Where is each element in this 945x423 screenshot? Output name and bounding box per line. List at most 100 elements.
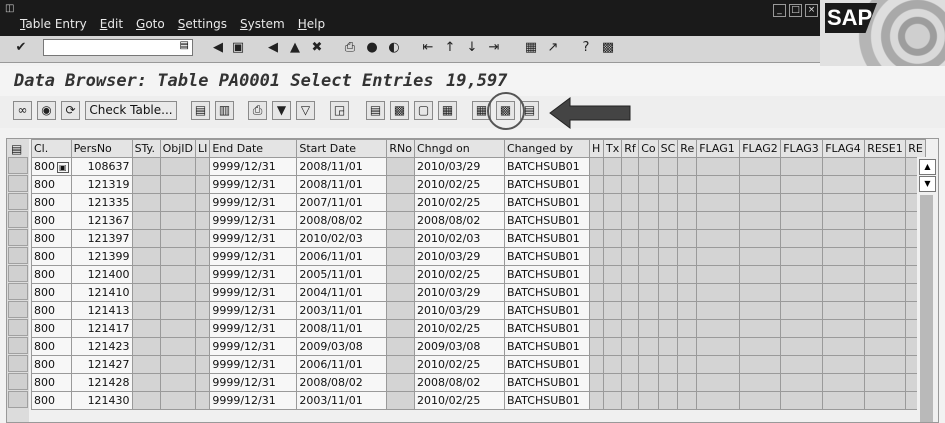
table-cell[interactable]: 2008/11/01 <box>296 175 388 194</box>
table-cell[interactable]: 2010/02/25 <box>413 391 505 410</box>
table-cell[interactable] <box>780 193 824 212</box>
table-cell[interactable] <box>780 355 824 374</box>
menu-edit[interactable]: Edit <box>100 17 123 31</box>
table-cell[interactable] <box>696 391 741 410</box>
table-cell[interactable]: BATCHSUB01 <box>503 391 590 410</box>
table-cell[interactable] <box>696 319 741 338</box>
table-cell[interactable] <box>588 247 604 266</box>
table-cell[interactable]: 121335 <box>70 193 133 212</box>
table-cell[interactable] <box>864 355 907 374</box>
table-cell[interactable] <box>822 337 866 356</box>
row-selector[interactable] <box>8 391 28 408</box>
table-cell[interactable] <box>602 229 623 248</box>
table-cell[interactable] <box>780 373 824 392</box>
table-cell[interactable] <box>822 319 866 338</box>
column-header[interactable]: End Date <box>209 139 298 158</box>
table-cell[interactable] <box>159 355 196 374</box>
table-cell[interactable]: 800 <box>31 337 72 356</box>
column-header[interactable]: FLAG4 <box>822 139 866 158</box>
table-cell[interactable]: 121410 <box>70 283 133 302</box>
column-header[interactable]: PersNo <box>70 139 133 158</box>
column-header[interactable]: Rf <box>621 139 640 158</box>
command-history-icon[interactable]: ▤ <box>180 40 189 51</box>
table-cell[interactable]: 9999/12/31 <box>209 373 298 392</box>
table-cell[interactable]: 800 <box>31 211 72 230</box>
table-cell[interactable] <box>677 157 698 176</box>
table-cell[interactable] <box>696 211 741 230</box>
table-cell[interactable] <box>602 301 623 320</box>
column-header[interactable]: ObjID <box>159 139 196 158</box>
details-icon[interactable]: ▤ <box>191 101 210 120</box>
table-cell[interactable] <box>696 229 741 248</box>
table-cell[interactable] <box>696 283 741 302</box>
table-cell[interactable] <box>739 301 782 320</box>
table-cell[interactable] <box>696 247 741 266</box>
table-cell[interactable] <box>194 301 211 320</box>
table-cell[interactable]: 2010/02/03 <box>296 229 388 248</box>
table-cell[interactable] <box>864 157 907 176</box>
table-row[interactable]: 800 121399 9999/12/31 2006/11/01 2010/03/29 B… <box>31 247 926 266</box>
table-cell[interactable]: 800 <box>31 247 72 266</box>
table-cell[interactable]: 9999/12/31 <box>209 265 298 284</box>
table-cell[interactable]: 800 <box>31 373 72 392</box>
table-cell[interactable] <box>696 355 741 374</box>
table-cell[interactable] <box>657 355 679 374</box>
table-cell[interactable] <box>739 391 782 410</box>
abc-analysis-icon[interactable]: ▦ <box>438 101 457 120</box>
table-cell[interactable] <box>131 265 161 284</box>
column-header[interactable]: LI <box>194 139 211 158</box>
table-cell[interactable] <box>386 175 415 194</box>
table-cell[interactable] <box>677 175 698 194</box>
table-cell[interactable] <box>602 373 623 392</box>
table-cell[interactable]: 121427 <box>70 355 133 374</box>
menu-table-entry[interactable]: Table Entry <box>20 17 87 31</box>
table-cell[interactable] <box>696 157 741 176</box>
table-cell[interactable]: 9999/12/31 <box>209 283 298 302</box>
table-cell[interactable] <box>638 265 659 284</box>
table-cell[interactable]: 2006/11/01 <box>296 247 388 266</box>
table-cell[interactable] <box>864 373 907 392</box>
table-cell[interactable] <box>657 175 679 194</box>
table-cell[interactable] <box>159 373 196 392</box>
table-cell[interactable] <box>739 265 782 284</box>
table-cell[interactable]: 121430 <box>70 391 133 410</box>
menu-goto[interactable]: Goto <box>136 17 165 31</box>
table-cell[interactable] <box>621 391 640 410</box>
column-header[interactable]: H <box>588 139 604 158</box>
table-cell[interactable] <box>822 373 866 392</box>
table-cell[interactable]: 800 ▣ <box>31 157 72 176</box>
table-cell[interactable] <box>657 229 679 248</box>
check-table-button[interactable]: Check Table... <box>85 101 177 120</box>
table-cell[interactable] <box>131 391 161 410</box>
table-cell[interactable] <box>131 283 161 302</box>
table-cell[interactable]: BATCHSUB01 <box>503 319 590 338</box>
table-cell[interactable] <box>621 193 640 212</box>
row-selector[interactable] <box>8 229 28 246</box>
table-cell[interactable] <box>131 193 161 212</box>
table-cell[interactable] <box>677 211 698 230</box>
table-cell[interactable] <box>638 247 659 266</box>
table-cell[interactable] <box>638 391 659 410</box>
table-cell[interactable] <box>677 265 698 284</box>
column-header[interactable]: Cl. <box>31 139 72 158</box>
find-icon[interactable]: ● <box>364 40 380 56</box>
exit-icon[interactable]: ▲ <box>287 40 303 56</box>
table-cell[interactable] <box>131 175 161 194</box>
table-cell[interactable] <box>621 355 640 374</box>
print-icon[interactable]: ⎙ <box>342 40 358 56</box>
table-cell[interactable] <box>159 301 196 320</box>
table-row[interactable]: 800 121400 9999/12/31 2005/11/01 2010/02/25 B… <box>31 265 926 284</box>
table-cell[interactable] <box>864 247 907 266</box>
table-row[interactable]: 800 121428 9999/12/31 2008/08/02 2008/08/02 B… <box>31 373 926 392</box>
table-cell[interactable]: 2010/03/29 <box>413 247 505 266</box>
table-row[interactable]: 800 121335 9999/12/31 2007/11/01 2010/02/25 B… <box>31 193 926 212</box>
cancel-icon[interactable]: ✖ <box>309 40 325 56</box>
table-cell[interactable] <box>864 319 907 338</box>
row-selector[interactable] <box>8 301 28 318</box>
table-row[interactable]: 800 121319 9999/12/31 2008/11/01 2010/02/25 B… <box>31 175 926 194</box>
table-cell[interactable] <box>588 301 604 320</box>
table-cell[interactable] <box>657 265 679 284</box>
table-cell[interactable] <box>657 157 679 176</box>
table-cell[interactable] <box>159 229 196 248</box>
table-cell[interactable]: 2010/02/25 <box>413 355 505 374</box>
